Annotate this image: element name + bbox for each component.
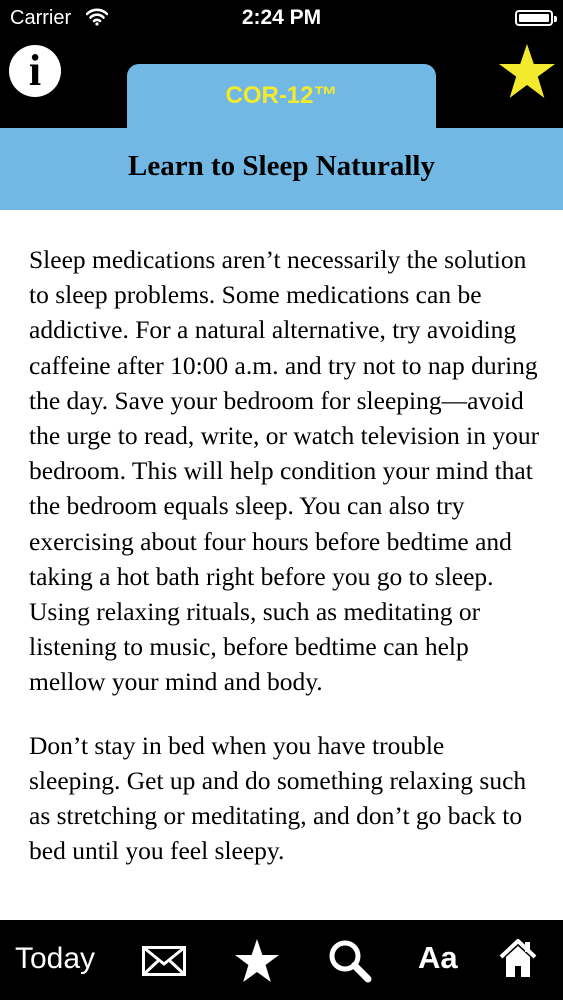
font-size-button[interactable]: Aa xyxy=(418,940,458,976)
page-title: Learn to Sleep Naturally xyxy=(128,150,435,182)
title-bar: Learn to Sleep Naturally xyxy=(0,128,563,210)
mail-icon[interactable] xyxy=(142,946,186,976)
article-paragraph: Sleep medications aren’t necessarily the… xyxy=(29,245,540,697)
bottom-toolbar: Today Aa xyxy=(0,920,563,1000)
status-bar: Carrier 2:24 PM xyxy=(0,0,563,40)
info-icon: i xyxy=(28,46,42,95)
category-tab[interactable]: COR-12™ xyxy=(127,64,436,134)
article-paragraph: Don’t stay in bed when you have trouble … xyxy=(29,730,527,866)
info-button[interactable]: i xyxy=(9,45,61,97)
article-body[interactable]: Sleep medications aren’t necessarily the… xyxy=(29,242,541,920)
clock: 2:24 PM xyxy=(241,6,322,29)
category-tab-label: COR-12™ xyxy=(225,82,338,109)
battery-icon xyxy=(515,10,557,26)
star-icon xyxy=(499,44,555,98)
search-icon[interactable] xyxy=(326,937,372,983)
home-icon[interactable] xyxy=(498,937,538,979)
favorite-star-button[interactable] xyxy=(497,42,557,102)
star-icon[interactable] xyxy=(233,937,281,985)
today-button[interactable]: Today xyxy=(15,942,95,976)
